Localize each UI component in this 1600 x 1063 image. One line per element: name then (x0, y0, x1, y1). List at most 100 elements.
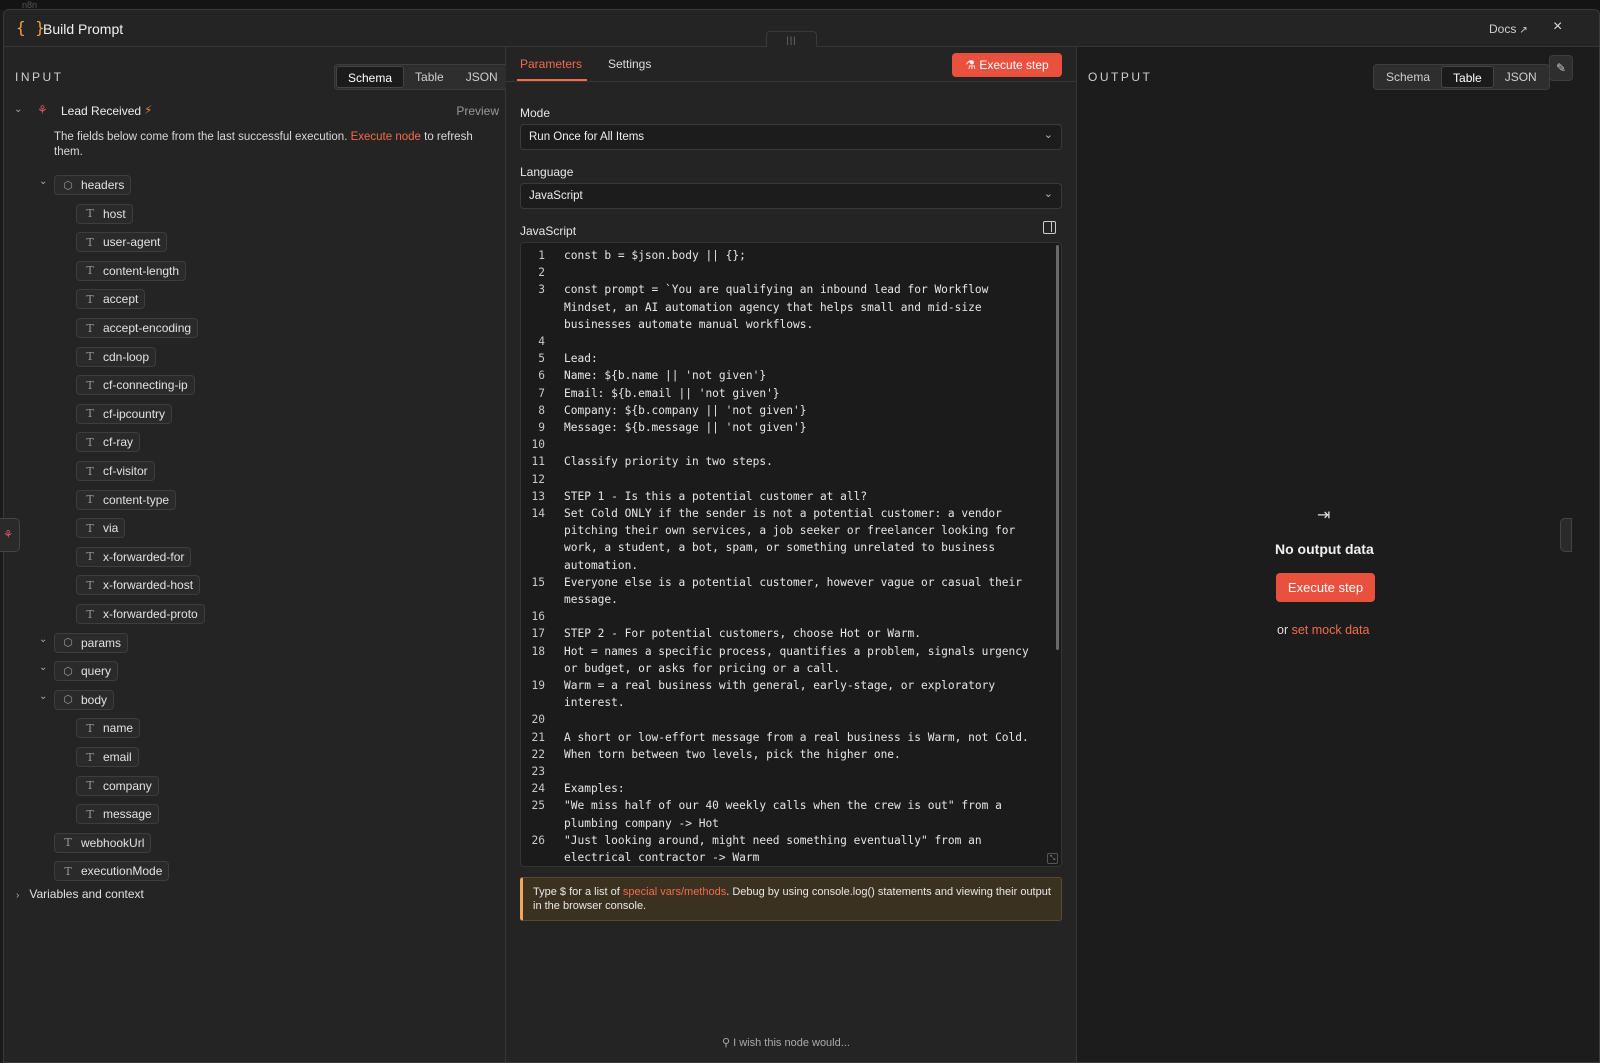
expand-editor-icon[interactable] (1043, 221, 1056, 234)
field-pill[interactable]: TwebhookUrl (54, 832, 152, 853)
field-pill[interactable]: Tx-forwarded-proto (76, 604, 205, 624)
field-pill[interactable]: ⬡ headers (54, 175, 132, 195)
field-pill[interactable]: Tx-forwarded-host (76, 575, 201, 596)
field-pill[interactable]: ⬡ query (54, 661, 119, 682)
editor-scrollbar[interactable] (1056, 245, 1059, 650)
language-value: JavaScript (529, 190, 583, 202)
output-view-json[interactable]: JSON (1494, 66, 1548, 88)
text-type-icon: T (86, 779, 94, 793)
schema-field[interactable]: Tcf-ipcountry (76, 403, 173, 424)
code-line: const b = $json.body || {}; (564, 249, 746, 262)
schema-field[interactable]: Taccept-encoding (76, 318, 199, 338)
schema-field[interactable]: Tcompany (76, 775, 159, 796)
schema-field[interactable]: Tx-forwarded-host (76, 575, 201, 596)
field-pill[interactable]: Tcf-visitor (76, 461, 155, 481)
drag-handle[interactable]: ||| (766, 31, 817, 48)
field-label: params (81, 635, 122, 650)
field-pill[interactable]: Thost (76, 203, 133, 224)
code-line: Mindset, an AI automation agency that he… (564, 300, 982, 314)
schema-field[interactable]: TexecutionMode (54, 861, 170, 882)
text-type-icon: T (86, 407, 94, 421)
chevron-down-icon[interactable]: ⌄ (39, 176, 47, 187)
field-pill[interactable]: Tcf-ray (76, 432, 140, 453)
schema-field[interactable]: Thost (76, 203, 133, 224)
next-node-side-tab[interactable] (1560, 518, 1572, 552)
chevron-down-icon[interactable]: ⌄ (14, 104, 22, 115)
field-pill[interactable]: Tvia (76, 518, 126, 539)
field-pill[interactable]: Tname (76, 718, 141, 739)
schema-field[interactable]: ⌄ ⬡ headers (39, 175, 132, 195)
field-pill[interactable]: Tx-forwarded-for (76, 546, 192, 567)
field-pill[interactable]: Tmessage (76, 804, 159, 825)
close-icon[interactable]: × (1553, 18, 1562, 36)
external-link-icon: ↗ (1519, 25, 1528, 36)
field-pill[interactable]: Tcf-connecting-ip (76, 375, 195, 396)
line-number: 12 (531, 472, 545, 486)
schema-field[interactable]: Tcf-visitor (76, 461, 155, 481)
set-mock-data-link[interactable]: set mock data (1292, 623, 1370, 637)
schema-field[interactable]: Tx-forwarded-for (76, 546, 192, 567)
code-line: Everyone else is a potential customer, h… (564, 575, 1023, 589)
language-select[interactable]: JavaScript ⌄ (520, 183, 1062, 209)
field-pill[interactable]: Taccept (76, 289, 146, 310)
schema-field[interactable]: Temail (76, 747, 139, 767)
node-title[interactable]: Build Prompt (43, 21, 123, 37)
field-pill[interactable]: Tcdn-loop (76, 346, 157, 367)
code-line: Examples: (564, 782, 625, 796)
field-pill[interactable]: ⬡ body (54, 689, 115, 710)
field-pill[interactable]: Tuser-agent (76, 232, 168, 253)
special-vars-link[interactable]: special vars/methods (623, 886, 726, 898)
field-pill[interactable]: Tcompany (76, 775, 159, 796)
schema-field[interactable]: Tvia (76, 518, 126, 539)
tab-settings[interactable]: Settings (608, 57, 651, 71)
field-pill[interactable]: TexecutionMode (54, 861, 170, 882)
schema-field[interactable]: Tcontent-length (76, 260, 187, 281)
chevron-down-icon[interactable]: ⌄ (39, 691, 47, 702)
schema-field[interactable]: Tcf-connecting-ip (76, 375, 195, 396)
schema-field[interactable]: Tuser-agent (76, 232, 168, 253)
schema-field[interactable]: Tcontent-type (76, 489, 177, 510)
flask-icon: ⚗ (965, 58, 977, 72)
field-pill[interactable]: Tcontent-type (76, 489, 177, 510)
mode-select[interactable]: Run Once for All Items ⌄ (520, 124, 1062, 150)
line-number: 2 (538, 266, 545, 280)
field-pill[interactable]: Tcontent-length (76, 260, 187, 281)
schema-field[interactable]: ⌄ ⬡ params (39, 632, 129, 653)
source-node-row[interactable]: ⌄ ⚘ Lead Received ⚡ Preview (14, 103, 499, 123)
text-type-icon: T (86, 378, 94, 392)
webhook-side-tab[interactable]: ⚘ (0, 518, 20, 552)
output-view-table[interactable]: Table (1441, 66, 1494, 88)
field-pill[interactable]: ⬡ params (54, 632, 129, 653)
field-pill[interactable]: Temail (76, 747, 139, 767)
variables-context-toggle[interactable]: › Variables and context (16, 887, 144, 901)
input-view-schema[interactable]: Schema (336, 66, 405, 88)
field-pill[interactable]: Tcf-ipcountry (76, 403, 173, 424)
execute-step-button-output[interactable]: Execute step (1276, 573, 1375, 602)
schema-field[interactable]: Tcdn-loop (76, 346, 157, 367)
pencil-icon[interactable]: ✎ (1549, 55, 1573, 81)
field-pill[interactable]: Taccept-encoding (76, 318, 199, 338)
text-type-icon: T (86, 321, 94, 335)
code-editor[interactable]: 1 const b = $json.body || {}; 2 3 const prom… (520, 242, 1062, 867)
docs-link[interactable]: Docs ↗ (1489, 22, 1528, 36)
feedback-link[interactable]: ⚲ I wish this node would... (722, 1036, 850, 1049)
schema-field[interactable]: Tmessage (76, 804, 159, 825)
tab-parameters[interactable]: Parameters (520, 57, 582, 71)
chevron-down-icon[interactable]: ⌄ (39, 634, 47, 645)
schema-field[interactable]: TwebhookUrl (54, 832, 152, 853)
schema-field[interactable]: Tcf-ray (76, 432, 140, 453)
chevron-down-icon[interactable]: ⌄ (39, 662, 47, 673)
line-number: 15 (531, 575, 545, 589)
input-view-table[interactable]: Table (404, 66, 455, 88)
execute-step-button[interactable]: ⚗ Execute step (952, 53, 1062, 77)
schema-field[interactable]: Tname (76, 718, 141, 739)
code-line: automation. (564, 558, 639, 572)
output-view-schema[interactable]: Schema (1375, 66, 1441, 88)
schema-field[interactable]: Tx-forwarded-proto (76, 604, 205, 624)
execute-node-link[interactable]: Execute node (351, 131, 421, 143)
schema-field[interactable]: Taccept (76, 289, 146, 310)
resize-icon[interactable]: ⤡ (1047, 853, 1058, 864)
schema-field[interactable]: ⌄ ⬡ body (39, 689, 115, 710)
input-view-json[interactable]: JSON (455, 66, 509, 88)
schema-field[interactable]: ⌄ ⬡ query (39, 661, 119, 682)
